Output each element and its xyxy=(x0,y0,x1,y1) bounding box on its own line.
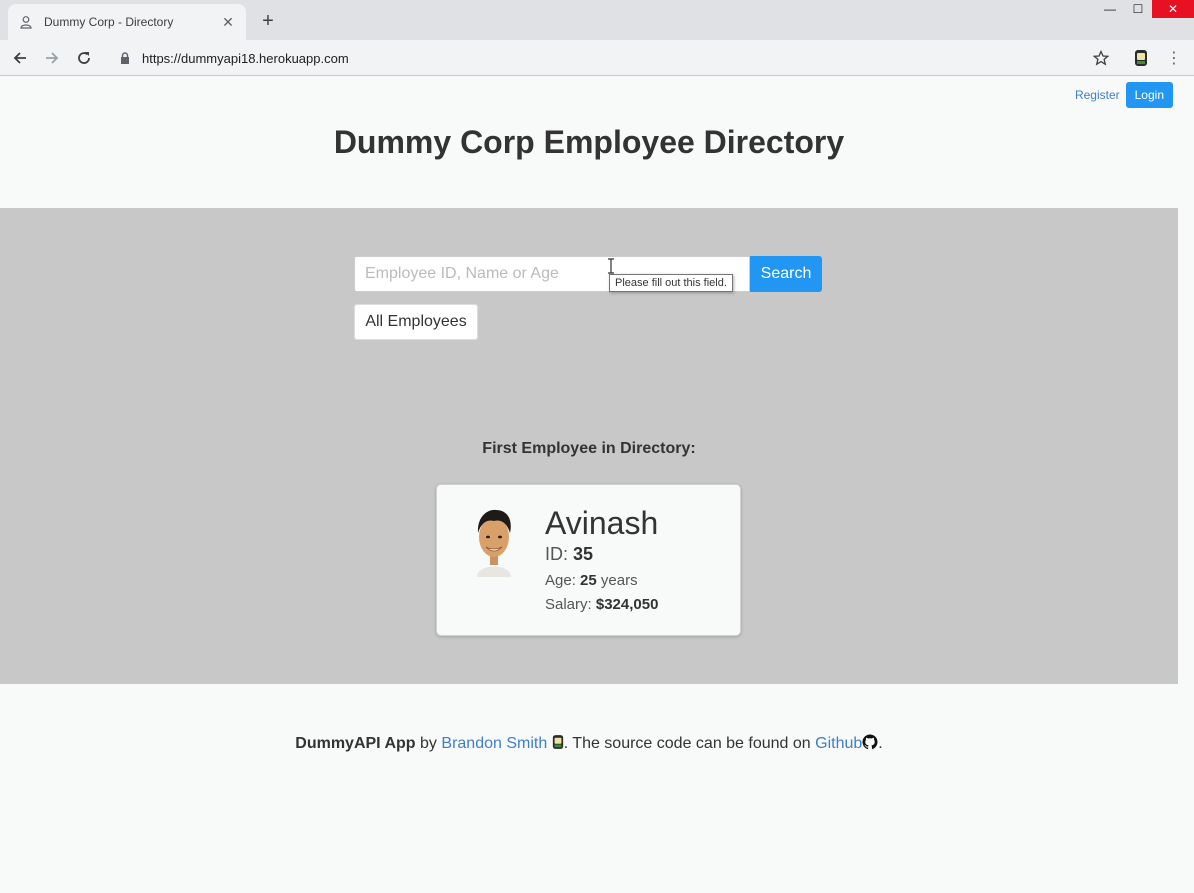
star-icon[interactable] xyxy=(1090,47,1112,69)
search-button[interactable]: Search xyxy=(750,256,822,292)
validation-tooltip: Please fill out this field. xyxy=(609,274,733,292)
employee-id-label: ID: xyxy=(545,544,569,564)
footer-by: by xyxy=(420,735,437,752)
auth-links: Register Login xyxy=(1075,82,1173,108)
window-maximize-button[interactable]: ☐ xyxy=(1126,0,1150,18)
plus-icon[interactable]: + xyxy=(257,10,279,32)
back-icon[interactable] xyxy=(9,47,31,69)
user-icon xyxy=(18,14,34,30)
tab-title: Dummy Corp - Directory xyxy=(44,15,174,29)
employee-id: ID: 35 xyxy=(545,544,593,565)
employee-name: Avinash xyxy=(545,505,659,541)
menu-icon[interactable]: ⋮ xyxy=(1164,47,1184,69)
footer-brand: DummyAPI App xyxy=(295,735,416,752)
github-link[interactable]: Github xyxy=(815,735,862,752)
lock-icon xyxy=(118,51,132,65)
all-employees-button[interactable]: All Employees xyxy=(354,304,478,340)
employee-age-value: 25 xyxy=(580,572,597,589)
employee-salary-value: $324,050 xyxy=(595,596,659,613)
page-content: Register Login Dummy Corp Employee Direc… xyxy=(0,76,1178,893)
employee-avatar xyxy=(469,505,519,577)
employee-card: Avinash ID: 35 Age: 25 years Salary: $32… xyxy=(436,484,741,636)
reload-icon[interactable] xyxy=(73,47,95,69)
scrollbar[interactable] xyxy=(1178,76,1194,893)
extension-icon[interactable] xyxy=(1130,47,1152,69)
window-minimize-button[interactable]: — xyxy=(1098,0,1122,18)
address-bar[interactable]: https://dummyapi18.herokuapp.com xyxy=(108,44,1118,72)
search-section: Search Please fill out this field. All E… xyxy=(0,208,1178,684)
browser-tab[interactable]: Dummy Corp - Directory ✕ xyxy=(8,4,246,40)
extension-icon xyxy=(552,735,563,749)
employee-id-value: 35 xyxy=(573,544,594,564)
employee-age-unit: years xyxy=(600,572,638,589)
author-link[interactable]: Brandon Smith xyxy=(441,735,547,752)
page-title: Dummy Corp Employee Directory xyxy=(333,124,845,160)
footer-end-text: . xyxy=(878,735,883,752)
close-icon[interactable]: ✕ xyxy=(220,14,236,30)
github-icon[interactable] xyxy=(862,734,878,750)
browser-tab-strip: Dummy Corp - Directory ✕ + — ☐ ✕ xyxy=(0,0,1194,40)
employee-age-label: Age: xyxy=(545,572,576,589)
browser-toolbar: https://dummyapi18.herokuapp.com ⋮ xyxy=(0,40,1194,76)
footer-middle-text: . The source code can be found on xyxy=(563,735,811,752)
url-text: https://dummyapi18.herokuapp.com xyxy=(142,50,349,66)
register-link[interactable]: Register xyxy=(1075,88,1120,102)
employee-age: Age: 25 years xyxy=(545,572,638,589)
employee-salary: Salary: $324,050 xyxy=(545,596,658,613)
text-cursor-icon xyxy=(608,258,614,274)
window-close-button[interactable]: ✕ xyxy=(1152,0,1194,18)
employee-salary-label: Salary: xyxy=(545,596,592,613)
forward-icon[interactable] xyxy=(41,47,63,69)
featured-heading: First Employee in Directory: xyxy=(482,440,696,457)
login-button[interactable]: Login xyxy=(1125,82,1173,108)
footer: DummyAPI App by Brandon Smith . The sour… xyxy=(0,734,1178,753)
